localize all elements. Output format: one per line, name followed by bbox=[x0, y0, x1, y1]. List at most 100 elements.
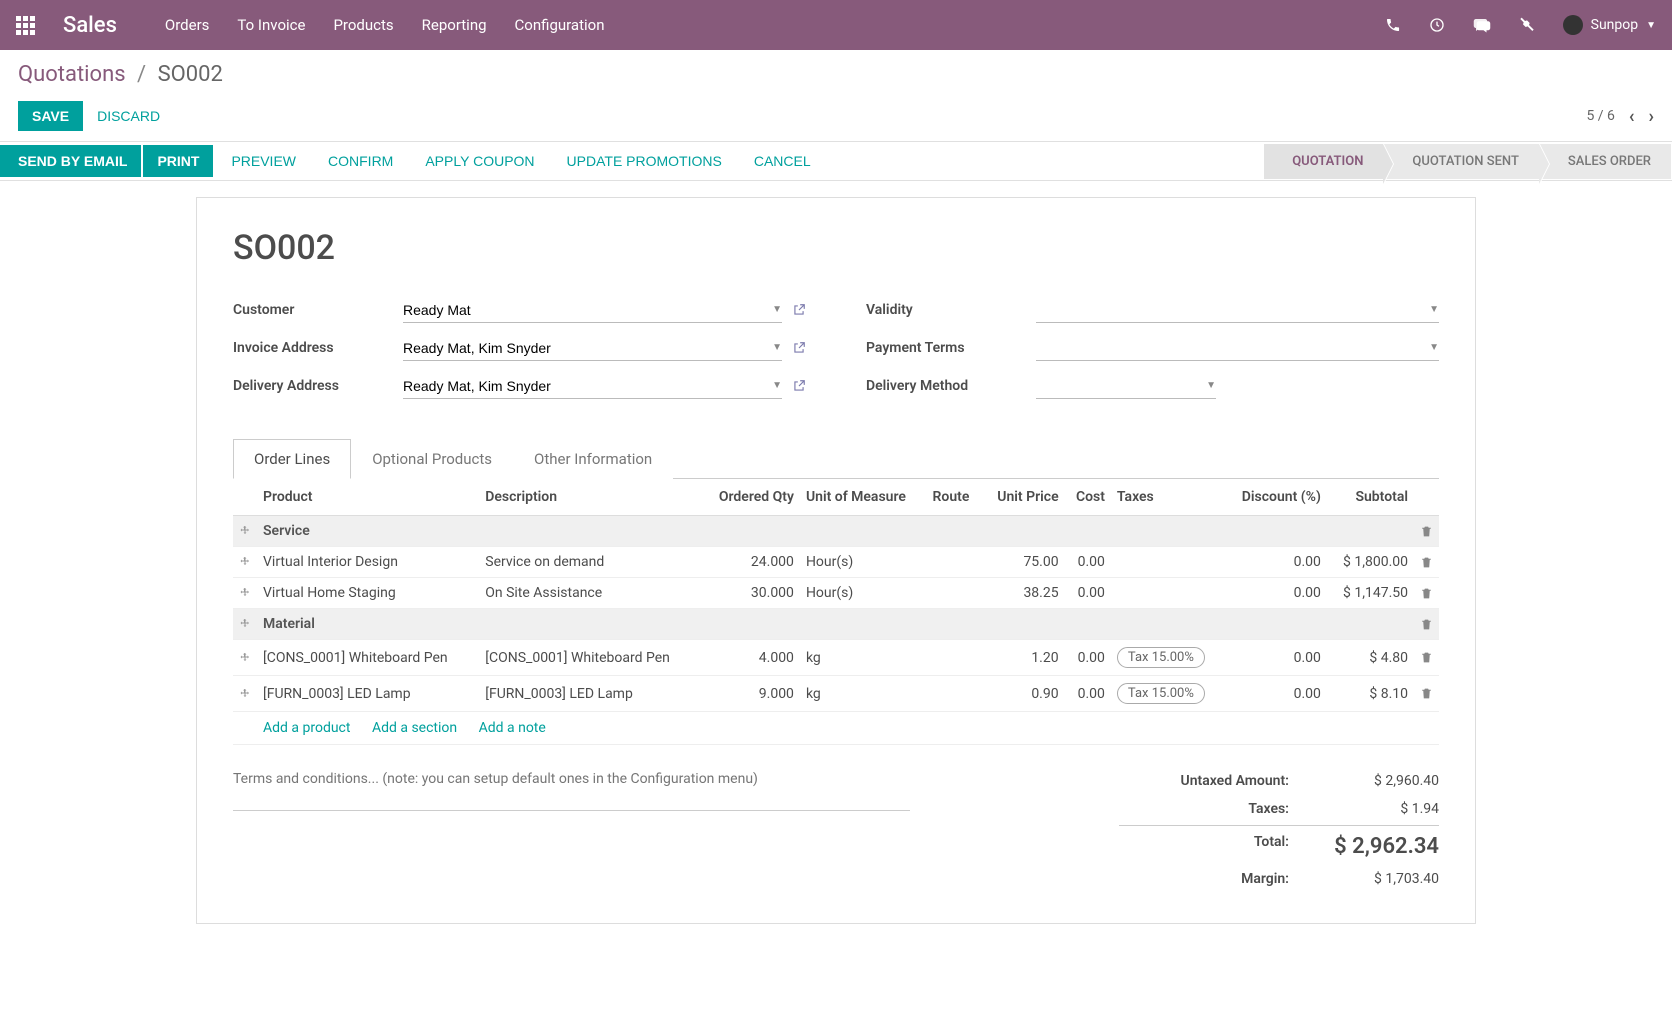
delete-row-icon[interactable] bbox=[1414, 516, 1439, 547]
delete-row-icon[interactable] bbox=[1414, 609, 1439, 640]
tax-badge[interactable]: Tax 15.00% bbox=[1117, 683, 1205, 704]
cell-unit-price[interactable]: 1.20 bbox=[982, 640, 1065, 676]
external-link-icon[interactable] bbox=[792, 303, 806, 317]
tab-other-information[interactable]: Other Information bbox=[513, 439, 673, 479]
cell-taxes[interactable]: Tax 15.00% bbox=[1111, 676, 1224, 712]
validity-input[interactable] bbox=[1036, 302, 1429, 318]
phone-icon[interactable] bbox=[1385, 17, 1401, 33]
section-name[interactable]: Material bbox=[257, 609, 1414, 640]
cell-description[interactable]: [FURN_0003] LED Lamp bbox=[479, 676, 701, 712]
section-row[interactable]: Material bbox=[233, 609, 1439, 640]
cell-description[interactable]: [CONS_0001] Whiteboard Pen bbox=[479, 640, 701, 676]
cell-subtotal[interactable]: $ 4.80 bbox=[1327, 640, 1414, 676]
col-ordered-qty[interactable]: Ordered Qty bbox=[702, 479, 800, 516]
section-row[interactable]: Service bbox=[233, 516, 1439, 547]
preview-button[interactable]: PREVIEW bbox=[215, 145, 312, 177]
chat-icon[interactable] bbox=[1473, 17, 1491, 33]
dropdown-icon[interactable]: ▼ bbox=[1206, 380, 1216, 391]
cell-route[interactable] bbox=[927, 578, 982, 609]
table-row[interactable]: Virtual Interior DesignService on demand… bbox=[233, 547, 1439, 578]
cell-route[interactable] bbox=[927, 547, 982, 578]
add-product-link[interactable]: Add a product bbox=[263, 720, 350, 736]
delivery-address-input[interactable] bbox=[403, 378, 772, 394]
cell-taxes[interactable] bbox=[1111, 547, 1224, 578]
cell-product[interactable]: [CONS_0001] Whiteboard Pen bbox=[257, 640, 479, 676]
col-subtotal[interactable]: Subtotal bbox=[1327, 479, 1414, 516]
cell-taxes[interactable]: Tax 15.00% bbox=[1111, 640, 1224, 676]
col-taxes[interactable]: Taxes bbox=[1111, 479, 1224, 516]
cell-cost[interactable]: 0.00 bbox=[1065, 578, 1111, 609]
drag-handle-icon[interactable] bbox=[233, 676, 257, 712]
user-menu[interactable]: Sunpop ▼ bbox=[1563, 15, 1656, 35]
clock-icon[interactable] bbox=[1429, 17, 1445, 33]
apply-coupon-button[interactable]: APPLY COUPON bbox=[409, 145, 550, 177]
customer-field[interactable]: ▼ bbox=[403, 298, 782, 323]
nav-to-invoice[interactable]: To Invoice bbox=[237, 16, 305, 34]
validity-field[interactable]: ▼ bbox=[1036, 298, 1439, 323]
cell-uom[interactable]: kg bbox=[800, 640, 927, 676]
cell-discount[interactable]: 0.00 bbox=[1224, 676, 1327, 712]
col-product[interactable]: Product bbox=[257, 479, 479, 516]
save-button[interactable]: SAVE bbox=[18, 101, 83, 131]
cell-route[interactable] bbox=[927, 676, 982, 712]
cell-uom[interactable]: Hour(s) bbox=[800, 547, 927, 578]
delete-row-icon[interactable] bbox=[1414, 578, 1439, 609]
nav-reporting[interactable]: Reporting bbox=[422, 16, 487, 34]
nav-configuration[interactable]: Configuration bbox=[515, 16, 605, 34]
cell-cost[interactable]: 0.00 bbox=[1065, 640, 1111, 676]
cell-subtotal[interactable]: $ 1,147.50 bbox=[1327, 578, 1414, 609]
section-name[interactable]: Service bbox=[257, 516, 1414, 547]
delete-row-icon[interactable] bbox=[1414, 547, 1439, 578]
cancel-button[interactable]: CANCEL bbox=[738, 145, 827, 177]
payment-terms-field[interactable]: ▼ bbox=[1036, 336, 1439, 361]
print-button[interactable]: PRINT bbox=[143, 145, 213, 177]
update-promotions-button[interactable]: UPDATE PROMOTIONS bbox=[551, 145, 738, 177]
cell-subtotal[interactable]: $ 1,800.00 bbox=[1327, 547, 1414, 578]
cell-unit-price[interactable]: 38.25 bbox=[982, 578, 1065, 609]
col-cost[interactable]: Cost bbox=[1065, 479, 1111, 516]
cell-discount[interactable]: 0.00 bbox=[1224, 547, 1327, 578]
add-note-link[interactable]: Add a note bbox=[479, 720, 546, 736]
payment-terms-input[interactable] bbox=[1036, 340, 1429, 356]
terms-input[interactable] bbox=[233, 767, 910, 811]
cell-qty[interactable]: 30.000 bbox=[702, 578, 800, 609]
cell-description[interactable]: Service on demand bbox=[479, 547, 701, 578]
cell-description[interactable]: On Site Assistance bbox=[479, 578, 701, 609]
col-description[interactable]: Description bbox=[479, 479, 701, 516]
col-discount[interactable]: Discount (%) bbox=[1224, 479, 1327, 516]
tab-order-lines[interactable]: Order Lines bbox=[233, 439, 351, 479]
stage-quotation-sent[interactable]: QUOTATION SENT bbox=[1384, 144, 1539, 179]
cell-unit-price[interactable]: 75.00 bbox=[982, 547, 1065, 578]
delivery-method-field[interactable]: ▼ bbox=[1036, 374, 1216, 399]
col-unit-price[interactable]: Unit Price bbox=[982, 479, 1065, 516]
cell-uom[interactable]: kg bbox=[800, 676, 927, 712]
drag-handle-icon[interactable] bbox=[233, 516, 257, 547]
pager-next-icon[interactable]: › bbox=[1649, 106, 1654, 127]
cell-qty[interactable]: 24.000 bbox=[702, 547, 800, 578]
delivery-address-field[interactable]: ▼ bbox=[403, 374, 782, 399]
nav-orders[interactable]: Orders bbox=[165, 16, 210, 34]
col-uom[interactable]: Unit of Measure bbox=[800, 479, 927, 516]
tax-badge[interactable]: Tax 15.00% bbox=[1117, 647, 1205, 668]
dropdown-icon[interactable]: ▼ bbox=[772, 304, 782, 315]
dropdown-icon[interactable]: ▼ bbox=[772, 342, 782, 353]
cell-discount[interactable]: 0.00 bbox=[1224, 578, 1327, 609]
cell-product[interactable]: Virtual Interior Design bbox=[257, 547, 479, 578]
cell-cost[interactable]: 0.00 bbox=[1065, 547, 1111, 578]
cell-qty[interactable]: 4.000 bbox=[702, 640, 800, 676]
stage-sales-order[interactable]: SALES ORDER bbox=[1540, 144, 1672, 179]
drag-handle-icon[interactable] bbox=[233, 640, 257, 676]
app-brand[interactable]: Sales bbox=[63, 13, 117, 38]
cell-route[interactable] bbox=[927, 640, 982, 676]
tools-icon[interactable] bbox=[1519, 17, 1535, 33]
cell-subtotal[interactable]: $ 8.10 bbox=[1327, 676, 1414, 712]
cell-taxes[interactable] bbox=[1111, 578, 1224, 609]
table-row[interactable]: Virtual Home StagingOn Site Assistance30… bbox=[233, 578, 1439, 609]
cell-uom[interactable]: Hour(s) bbox=[800, 578, 927, 609]
send-by-email-button[interactable]: SEND BY EMAIL bbox=[0, 145, 141, 177]
tab-optional-products[interactable]: Optional Products bbox=[351, 439, 513, 479]
add-section-link[interactable]: Add a section bbox=[372, 720, 457, 736]
delete-row-icon[interactable] bbox=[1414, 640, 1439, 676]
dropdown-icon[interactable]: ▼ bbox=[772, 380, 782, 391]
dropdown-icon[interactable]: ▼ bbox=[1429, 304, 1439, 315]
